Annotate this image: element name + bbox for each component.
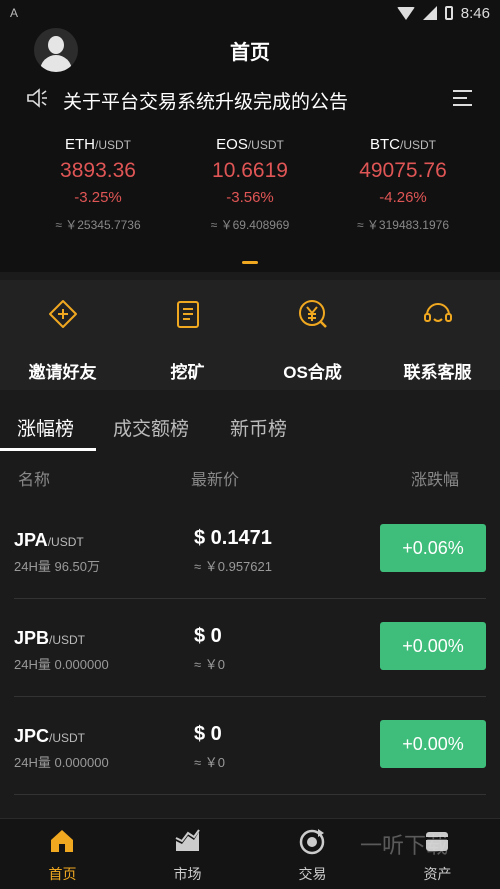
row-quote: /USDT xyxy=(49,731,86,745)
change-badge[interactable]: +0.06% xyxy=(380,524,486,572)
nav-label: 市场 xyxy=(173,866,202,882)
nav-market[interactable]: 市场 xyxy=(125,819,250,889)
ticker-change: -4.26% xyxy=(379,189,427,206)
ticker-base: EOS xyxy=(216,136,248,153)
active-tab-indicator xyxy=(0,448,96,451)
nav-trade[interactable]: 交易 xyxy=(250,819,375,889)
carousel-indicator xyxy=(242,261,258,264)
column-header-price: 最新价 xyxy=(191,472,240,489)
ticker-quote: /USDT xyxy=(247,138,284,152)
status-indicator: A xyxy=(10,6,19,20)
ticker-price: 10.6619 xyxy=(212,159,288,182)
market-row[interactable]: JPB/USDT 24H量 0.000000 $ 0 ≈ ￥0 +0.00% xyxy=(0,598,500,695)
ranking-tabs: 涨幅榜 成交额榜 新币榜 xyxy=(0,398,500,452)
row-price: $ 0 xyxy=(194,625,222,647)
row-cny: ≈ ￥0 xyxy=(194,657,225,672)
row-volume: 24H量 0.000000 xyxy=(14,657,109,672)
ticker-eos[interactable]: EOS/USDT 10.6619 -3.56% ≈ ￥69.408969 xyxy=(170,136,330,233)
mining-button[interactable]: 挖矿 xyxy=(125,280,250,390)
row-quote: /USDT xyxy=(47,535,84,549)
wifi-icon xyxy=(396,6,415,20)
row-divider xyxy=(14,794,486,795)
support-icon xyxy=(424,303,452,322)
ticker-price: 3893.36 xyxy=(60,159,136,182)
market-row[interactable]: JPA/USDT 24H量 96.50万 $ 0.1471 ≈ ￥0.95762… xyxy=(0,500,500,597)
nav-label: 首页 xyxy=(48,866,77,882)
action-label: 挖矿 xyxy=(170,363,205,382)
row-cny: ≈ ￥0.957621 xyxy=(194,559,272,574)
tab-gainers[interactable]: 涨幅榜 xyxy=(17,414,74,441)
row-base: JPB xyxy=(14,628,50,648)
ticker-panel: ETH/USDT 3893.36 -3.25% ≈ ￥25345.7736 EO… xyxy=(0,124,500,272)
header: 首页 xyxy=(0,26,500,72)
row-price: $ 0.1471 xyxy=(194,527,272,549)
os-synthesis-button[interactable]: OS合成 xyxy=(250,280,375,390)
change-badge[interactable]: +0.00% xyxy=(380,622,486,670)
ticker-base: ETH xyxy=(65,136,95,153)
contact-support-button[interactable]: 联系客服 xyxy=(375,280,500,390)
change-badge[interactable]: +0.00% xyxy=(380,720,486,768)
ticker-cny: ≈ ￥69.408969 xyxy=(210,218,290,232)
row-price: $ 0 xyxy=(194,723,222,745)
status-icons: 8:46 xyxy=(396,4,490,22)
row-base: JPC xyxy=(14,726,50,746)
ticker-change: -3.56% xyxy=(226,189,274,206)
row-quote: /USDT xyxy=(49,633,86,647)
nav-label: 资产 xyxy=(423,866,452,882)
row-volume: 24H量 0.000000 xyxy=(14,755,109,770)
column-header-name: 名称 xyxy=(18,472,51,489)
ticker-quote: /USDT xyxy=(400,138,436,152)
speaker-icon xyxy=(27,88,47,108)
status-bar: A 8:46 xyxy=(0,0,500,26)
market-chart-icon xyxy=(175,829,200,851)
row-cny: ≈ ￥0 xyxy=(194,755,225,770)
signal-icon xyxy=(422,6,437,20)
ticker-quote: /USDT xyxy=(95,138,131,152)
action-label: 联系客服 xyxy=(403,363,472,382)
market-row[interactable]: JPC/USDT 24H量 0.000000 $ 0 ≈ ￥0 +0.00% xyxy=(0,696,500,793)
battery-icon xyxy=(444,6,453,20)
nav-home[interactable]: 首页 xyxy=(0,819,125,889)
page-title: 首页 xyxy=(230,42,270,64)
tab-new-coins[interactable]: 新币榜 xyxy=(230,414,287,441)
column-header-change: 涨跌幅 xyxy=(411,472,460,489)
ticker-change: -3.25% xyxy=(74,189,122,206)
nav-label: 交易 xyxy=(298,866,327,882)
trade-icon xyxy=(299,829,325,855)
synthesis-icon xyxy=(299,300,327,328)
watermark-text: 一听下载 xyxy=(360,833,449,858)
notice-bar[interactable]: 关于平台交易系统升级完成的公告 xyxy=(0,72,500,124)
ticker-eth[interactable]: ETH/USDT 3893.36 -3.25% ≈ ￥25345.7736 xyxy=(18,136,178,233)
invite-icon xyxy=(49,300,77,328)
ticker-price: 49075.76 xyxy=(359,159,447,182)
menu-icon[interactable] xyxy=(453,90,472,106)
action-label: OS合成 xyxy=(283,363,342,382)
row-base: JPA xyxy=(14,530,48,550)
mining-icon xyxy=(177,301,199,328)
row-volume: 24H量 96.50万 xyxy=(14,559,100,574)
ticker-btc[interactable]: BTC/USDT 49075.76 -4.26% ≈ ￥319483.1976 xyxy=(323,136,483,233)
home-icon xyxy=(51,830,73,852)
ticker-base: BTC xyxy=(370,136,400,153)
tab-turnover[interactable]: 成交额榜 xyxy=(113,414,189,441)
status-time: 8:46 xyxy=(460,4,490,22)
invite-friends-button[interactable]: 邀请好友 xyxy=(0,280,125,390)
ticker-cny: ≈ ￥25345.7736 xyxy=(55,218,141,232)
notice-text: 关于平台交易系统升级完成的公告 xyxy=(63,92,349,113)
quick-actions: 邀请好友 挖矿 OS合成 联系客服 xyxy=(0,280,500,390)
action-label: 邀请好友 xyxy=(28,363,97,382)
ticker-cny: ≈ ￥319483.1976 xyxy=(357,218,449,232)
